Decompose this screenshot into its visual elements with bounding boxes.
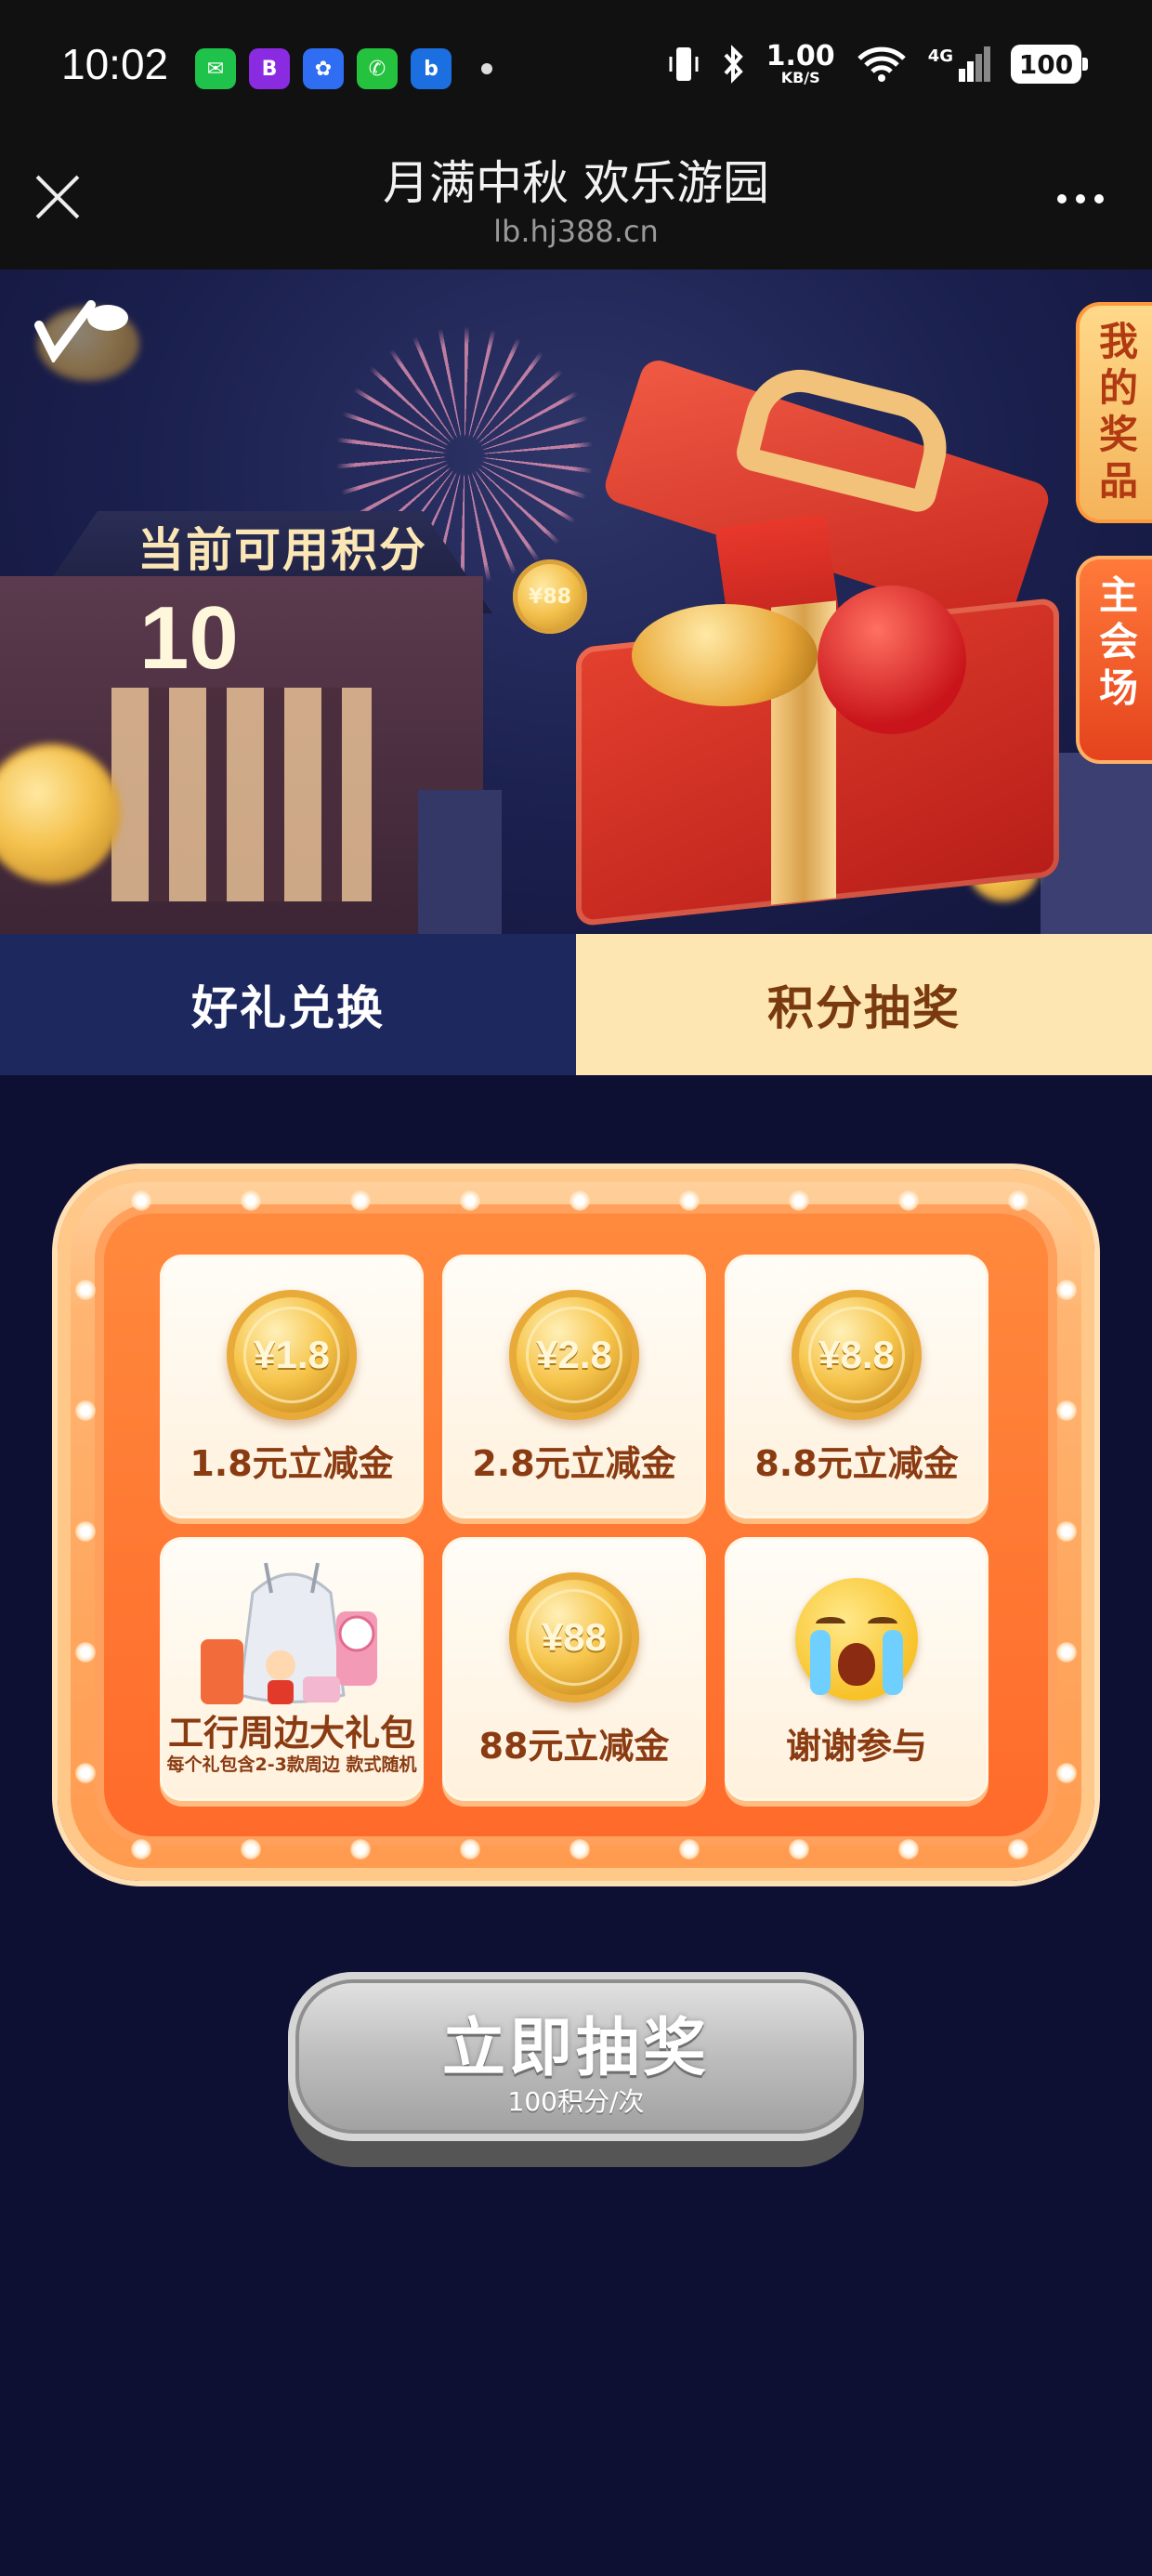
vibrate-icon xyxy=(669,47,699,81)
main-venue-tab[interactable]: 主会场 xyxy=(1076,556,1152,764)
bank-app-icon: B xyxy=(249,48,290,89)
baidu-icon: ✿ xyxy=(303,48,344,89)
lucky-pouch xyxy=(818,585,966,734)
points-value: 10 xyxy=(139,588,239,688)
wechat-icon: ✉ xyxy=(195,48,236,89)
light-bulb xyxy=(1056,1280,1077,1300)
coin-icon: ¥1.8 xyxy=(227,1290,357,1420)
prize-cell: 工行周边大礼包 每个礼包含2-3款周边 款式随机 xyxy=(160,1537,424,1801)
hero-banner: ¥88 当前可用积分 10 xyxy=(0,269,1152,934)
prize-label: 工行周边大礼包 xyxy=(167,1713,415,1754)
light-bulb xyxy=(460,1190,480,1211)
light-bulb xyxy=(350,1190,371,1211)
light-bulb xyxy=(241,1190,261,1211)
brand-logo xyxy=(34,300,128,362)
light-bulb xyxy=(789,1839,809,1860)
coin-icon: ¥88 xyxy=(509,1572,639,1702)
wifi-icon xyxy=(857,46,906,82)
signal-icon: 4G xyxy=(928,46,990,82)
tab-points-lottery[interactable]: 积分抽奖 xyxy=(576,934,1152,1075)
light-bulb xyxy=(1056,1763,1077,1783)
light-bulb xyxy=(898,1839,919,1860)
more-options-button[interactable] xyxy=(1057,194,1104,204)
prize-label: 2.8元立减金 xyxy=(472,1443,676,1484)
draw-button-cost: 100积分/次 xyxy=(507,2086,645,2117)
prize-sub-label: 每个礼包含2-3款周边 款式随机 xyxy=(166,1755,417,1775)
prize-cell: ¥1.8 1.8元立减金 xyxy=(160,1255,424,1518)
page-title: 月满中秋 欢乐游园 xyxy=(383,156,769,210)
light-bulb xyxy=(1056,1521,1077,1542)
status-time: 10:02 xyxy=(61,40,169,88)
bluetooth-icon xyxy=(724,45,743,84)
coin-88-text: ¥88 xyxy=(529,585,571,609)
gold-ingot xyxy=(632,604,818,706)
network-type: 4G xyxy=(927,46,953,66)
my-prizes-tab[interactable]: 我的奖品 xyxy=(1076,302,1152,523)
light-bulb xyxy=(789,1190,809,1211)
prize-label: 谢谢参与 xyxy=(785,1726,927,1767)
light-bulb xyxy=(1008,1839,1028,1860)
light-bulb xyxy=(1008,1190,1028,1211)
prize-label: 8.8元立减金 xyxy=(754,1443,959,1484)
light-bulb xyxy=(569,1839,590,1860)
prize-label: 1.8元立减金 xyxy=(190,1443,394,1484)
gift-box-illustration xyxy=(576,355,1096,927)
points-label: 当前可用积分 xyxy=(137,523,427,577)
light-bulb xyxy=(75,1521,96,1542)
light-bulb xyxy=(1056,1642,1077,1663)
webview-titlebar: 月满中秋 欢乐游园 lb.hj388.cn xyxy=(0,135,1152,269)
net-speed: 1.00 KB/S xyxy=(766,43,835,85)
browser-icon: b xyxy=(411,48,452,89)
net-speed-value: 1.00 xyxy=(766,40,835,72)
light-bulb xyxy=(1056,1400,1077,1421)
more-notifications-dot xyxy=(481,63,492,74)
crying-face-icon xyxy=(795,1578,918,1701)
prize-cell: ¥8.8 8.8元立减金 xyxy=(725,1255,988,1518)
light-bulb xyxy=(569,1190,590,1211)
light-bulb xyxy=(131,1839,151,1860)
prize-label: 88元立减金 xyxy=(478,1726,670,1767)
light-bulb xyxy=(679,1190,700,1211)
prize-cell: ¥88 88元立减金 xyxy=(442,1537,706,1801)
net-speed-unit: KB/S xyxy=(780,69,820,86)
gift-bag-icon xyxy=(201,1562,377,1704)
prize-grid: ¥1.8 1.8元立减金 ¥2.8 2.8元立减金 ¥8.8 8.8元立减金 工… xyxy=(160,1255,992,1801)
coin-icon: ¥2.8 xyxy=(509,1290,639,1420)
battery-icon: 100 xyxy=(1011,45,1088,84)
light-bulb xyxy=(350,1839,371,1860)
tab-gift-exchange[interactable]: 好礼兑换 xyxy=(0,934,576,1075)
coin-icon: ¥8.8 xyxy=(792,1290,922,1420)
page-url: lb.hj388.cn xyxy=(493,214,659,249)
light-bulb xyxy=(679,1839,700,1860)
prize-cell: 谢谢参与 xyxy=(725,1537,988,1801)
notification-icons: ✉ B ✿ ✆ b xyxy=(195,48,492,89)
status-bar: 10:02 ✉ B ✿ ✆ b 1.00 KB/S 4G 100 xyxy=(0,0,1152,135)
light-bulb xyxy=(460,1839,480,1860)
light-bulb xyxy=(898,1190,919,1211)
phone-icon: ✆ xyxy=(357,48,398,89)
pavilion-windows-decoration xyxy=(111,688,372,901)
draw-button[interactable]: 立即抽奖 100积分/次 xyxy=(288,1972,864,2167)
status-right: 1.00 KB/S 4G 100 xyxy=(668,43,1088,85)
light-bulb xyxy=(75,1280,96,1300)
tower-decoration-2 xyxy=(418,790,502,934)
light-bulb xyxy=(75,1763,96,1783)
prize-cell: ¥2.8 2.8元立减金 xyxy=(442,1255,706,1518)
light-bulb xyxy=(241,1839,261,1860)
light-bulb xyxy=(75,1400,96,1421)
light-bulb xyxy=(75,1642,96,1663)
draw-button-label: 立即抽奖 xyxy=(441,2012,710,2085)
light-bulb xyxy=(131,1190,151,1211)
tab-bar: 好礼兑换 积分抽奖 xyxy=(0,934,1152,1075)
